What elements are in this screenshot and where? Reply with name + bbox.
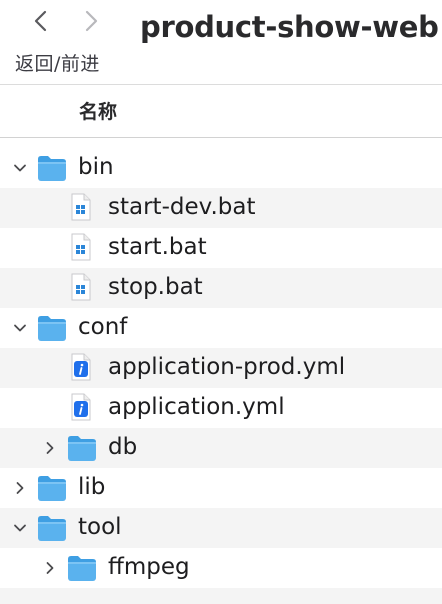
column-header[interactable]: 名称 [0,85,442,137]
folder-icon [38,476,66,501]
folder-icon [68,436,96,461]
item-name: lib [78,474,106,500]
folder-row[interactable]: conf [0,308,442,348]
item-name: application.yml [108,394,285,420]
item-name: bin [78,154,114,180]
folder-icon [68,556,96,581]
item-name: stop.bat [108,274,203,300]
file-row[interactable]: stop.bat [0,268,442,308]
file-row[interactable]: start-dev.bat [0,188,442,228]
windows-batch-file-icon [71,193,91,221]
folder-icon [38,156,66,181]
back-button[interactable] [26,6,56,36]
chevron-right-icon [85,10,98,32]
file-row[interactable]: application.yml [0,388,442,428]
folder-row[interactable]: ffmpeg [0,548,442,588]
folder-row[interactable]: lib [0,468,442,508]
folder-row[interactable]: tool [0,508,442,548]
item-name: start.bat [108,234,207,260]
file-row[interactable]: start.bat [0,228,442,268]
folder-row[interactable]: db [0,428,442,468]
info-document-icon [71,393,91,421]
chevron-right-icon[interactable] [40,428,60,468]
name-column-header[interactable]: 名称 [79,97,117,124]
folder-icon [38,316,66,341]
nav-caption: 返回/前进 [15,53,100,75]
chevron-down-icon[interactable] [10,148,30,188]
header-divider [0,137,442,138]
folder-row[interactable]: bin [0,148,442,188]
chevron-left-icon [34,10,47,32]
windows-batch-file-icon [71,273,91,301]
file-row[interactable]: application-prod.yml [0,348,442,388]
empty-row [0,588,442,604]
info-document-icon [71,353,91,381]
item-name: start-dev.bat [108,194,256,220]
item-name: application-prod.yml [108,354,346,380]
item-name: ffmpeg [108,554,190,580]
windows-batch-file-icon [71,233,91,261]
file-tree: bin start-dev.bat start.bat stop.bat conf app… [0,148,442,604]
chevron-down-icon[interactable] [10,508,30,548]
chevron-right-icon[interactable] [10,468,30,508]
forward-button[interactable] [76,6,106,36]
window-title: product-show-web [140,10,439,44]
chevron-right-icon[interactable] [40,548,60,588]
folder-icon [38,516,66,541]
item-name: tool [78,514,122,540]
chevron-down-icon[interactable] [10,308,30,348]
item-name: db [108,434,138,460]
toolbar: 返回/前进 product-show-web [0,0,442,84]
item-name: conf [78,314,128,340]
